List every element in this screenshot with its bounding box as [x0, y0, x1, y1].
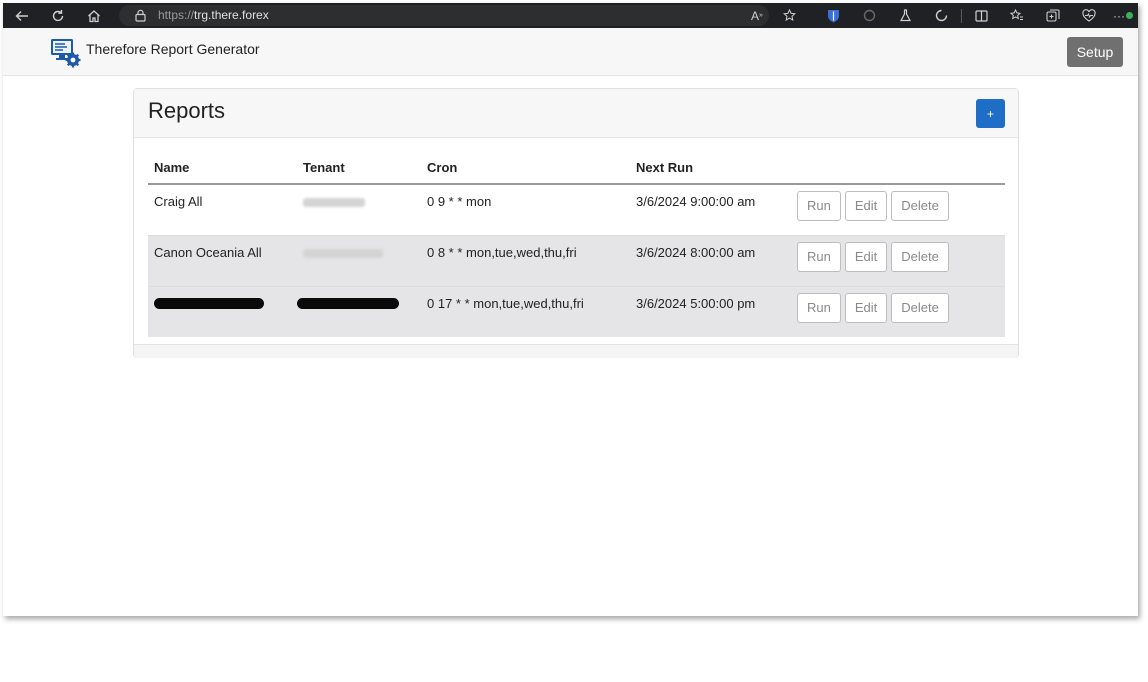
- cron-expression: 0 9 * * mon: [427, 194, 492, 209]
- url-protocol: https://: [158, 8, 195, 22]
- tenant-cell: [297, 184, 421, 236]
- cron-cell: 0 17 * * mon,tue,wed,thu,fri: [421, 286, 630, 337]
- browser-toolbar: https://trg.there.forex A» ···: [3, 3, 1138, 28]
- collections-icon[interactable]: [1041, 3, 1065, 28]
- run-button[interactable]: Run: [797, 191, 841, 221]
- column-header-name: Name: [148, 151, 297, 185]
- report-name: Craig All: [154, 194, 203, 209]
- report-name-redacted: [154, 298, 264, 309]
- tenant-cell: [297, 235, 421, 287]
- setup-button[interactable]: Setup: [1067, 37, 1123, 67]
- tenant-cell: [297, 286, 421, 337]
- edit-button[interactable]: Edit: [844, 191, 888, 221]
- more-options-icon[interactable]: ···: [1111, 3, 1135, 28]
- browser-window: https://trg.there.forex A» ··· Therefore…: [3, 3, 1138, 616]
- lock-icon[interactable]: [135, 3, 146, 28]
- next-run: 3/6/2024 9:00:00 am: [636, 194, 756, 209]
- next-run-cell: 3/6/2024 8:00:00 am: [630, 235, 791, 287]
- add-report-button[interactable]: +: [976, 99, 1005, 128]
- url-host: trg.there.forex: [194, 8, 269, 22]
- run-button[interactable]: Run: [797, 242, 841, 272]
- reports-table: Name Tenant Cron Next Run Craig All 0 9 …: [148, 151, 1005, 337]
- back-arrow-icon[interactable]: [9, 3, 35, 28]
- more-options-label: ···: [1113, 8, 1125, 23]
- next-run: 3/6/2024 5:00:00 pm: [636, 296, 756, 311]
- extension-puzzle-icon[interactable]: [929, 3, 953, 28]
- browser-essentials-heart-icon[interactable]: [1077, 3, 1101, 28]
- next-run-cell: 3/6/2024 5:00:00 pm: [630, 286, 791, 337]
- column-header-cron: Cron: [421, 151, 630, 185]
- table-row: 0 17 * * mon,tue,wed,thu,fri 3/6/2024 5:…: [148, 286, 1005, 337]
- next-run-cell: 3/6/2024 9:00:00 am: [630, 184, 791, 236]
- delete-button[interactable]: Delete: [891, 242, 949, 272]
- actions-cell: Run Edit Delete: [791, 286, 1005, 337]
- actions-cell: Run Edit Delete: [791, 235, 1005, 287]
- reports-card: Reports + Name Tenant Cron Next Run Crai…: [133, 88, 1019, 358]
- favorite-star-icon[interactable]: [777, 3, 801, 28]
- favorites-icon[interactable]: [1005, 3, 1029, 28]
- tenant-blurred: [303, 249, 383, 258]
- table-row: Craig All 0 9 * * mon 3/6/2024 9:00:00 a…: [148, 184, 1005, 236]
- column-header-next-run: Next Run: [630, 151, 791, 185]
- run-button[interactable]: Run: [797, 293, 841, 323]
- report-generator-logo-icon: [51, 39, 81, 68]
- reports-card-header: Reports +: [134, 89, 1018, 138]
- extension-circle-icon[interactable]: [857, 3, 881, 28]
- read-aloud-icon[interactable]: A»: [745, 3, 769, 28]
- tenant-redacted: [297, 298, 399, 309]
- cron-cell: 0 8 * * mon,tue,wed,thu,fri: [421, 235, 630, 287]
- actions-cell: Run Edit Delete: [791, 184, 1005, 236]
- read-aloud-label: A: [751, 8, 760, 23]
- toolbar-separator: [961, 9, 962, 23]
- column-header-tenant: Tenant: [297, 151, 421, 185]
- next-run: 3/6/2024 8:00:00 am: [636, 245, 756, 260]
- column-header-actions: [791, 151, 1005, 185]
- report-name: Canon Oceania All: [154, 245, 262, 260]
- table-row: Canon Oceania All 0 8 * * mon,tue,wed,th…: [148, 235, 1005, 287]
- report-name-cell: Craig All: [148, 184, 297, 236]
- table-header-row: Name Tenant Cron Next Run: [148, 151, 1005, 185]
- bitwarden-shield-icon[interactable]: [821, 3, 845, 28]
- split-screen-icon[interactable]: [969, 3, 993, 28]
- delete-button[interactable]: Delete: [891, 191, 949, 221]
- edit-button[interactable]: Edit: [844, 293, 888, 323]
- refresh-icon[interactable]: [45, 3, 71, 28]
- extension-flask-icon[interactable]: [893, 3, 917, 28]
- app-header: Therefore Report Generator Setup: [3, 28, 1138, 76]
- edit-button[interactable]: Edit: [844, 242, 888, 272]
- report-name-cell: [148, 286, 297, 337]
- reports-card-footer: [134, 344, 1018, 358]
- reports-title: Reports: [148, 98, 226, 123]
- delete-button[interactable]: Delete: [891, 293, 949, 323]
- cron-expression: 0 17 * * mon,tue,wed,thu,fri: [427, 296, 584, 311]
- tenant-blurred: [303, 198, 365, 207]
- app-title: Therefore Report Generator: [86, 41, 260, 57]
- url-text[interactable]: https://trg.there.forex: [158, 3, 269, 28]
- report-name-cell: Canon Oceania All: [148, 235, 297, 287]
- cron-cell: 0 9 * * mon: [421, 184, 630, 236]
- home-icon[interactable]: [81, 3, 107, 28]
- cron-expression: 0 8 * * mon,tue,wed,thu,fri: [427, 245, 577, 260]
